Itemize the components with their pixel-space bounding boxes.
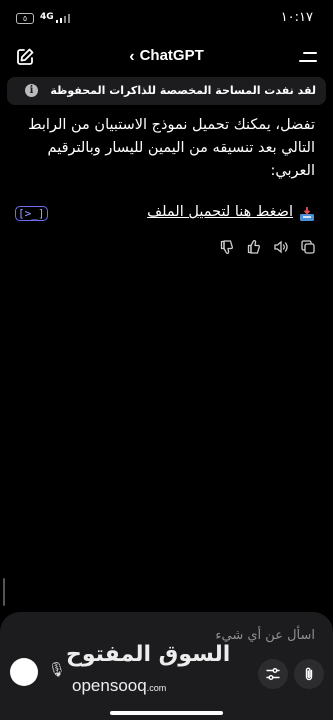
paperclip-icon [305, 667, 313, 681]
page-title: ChatGPT [139, 47, 204, 64]
banner-text: لقد نفدت المساحة المخصصة للذاكرات المحفو… [50, 84, 316, 97]
voice-mode-button[interactable] [10, 658, 38, 686]
sliders-icon [266, 668, 280, 680]
assistant-message: تفضل، يمكنك تحميل نموذج الاستبيان من الر… [28, 117, 315, 179]
copy-icon[interactable] [300, 239, 316, 255]
menu-icon [303, 52, 317, 54]
scroll-indicator[interactable] [3, 578, 5, 606]
menu-button[interactable] [299, 49, 317, 65]
model-switcher[interactable]: ‹ ChatGPT [0, 47, 333, 66]
battery-icon: ٥ [16, 13, 34, 24]
status-bar: ٥ 4G ١٠:١٧ [0, 0, 333, 38]
thumbs-up-icon[interactable] [246, 239, 262, 255]
signal-icon [56, 13, 72, 23]
info-icon: i [25, 84, 38, 97]
memory-full-banner[interactable]: i لقد نفدت المساحة المخصصة للذاكرات المح… [7, 77, 326, 105]
home-indicator[interactable] [110, 711, 223, 715]
thumbs-down-icon[interactable] [219, 239, 235, 255]
attach-button[interactable] [294, 659, 324, 689]
speaker-icon[interactable] [273, 239, 289, 255]
clock: ١٠:١٧ [280, 10, 313, 25]
tools-button[interactable] [258, 659, 288, 689]
download-file-link[interactable]: اضغط هنا لتحميل الملف [147, 204, 293, 220]
network-label: 4G [40, 12, 54, 22]
download-link-row: اضغط هنا لتحميل الملف [>_] [15, 204, 315, 226]
code-badge-icon[interactable]: [>_] [15, 206, 48, 221]
nav-bar: ‹ ChatGPT [0, 38, 333, 76]
mic-icon[interactable]: 🎙 [48, 662, 66, 678]
download-tray-icon [300, 207, 314, 221]
chevron-left-icon: ‹ [129, 48, 135, 65]
message-input[interactable]: اسأل عن أي شيء [215, 628, 315, 643]
composer: اسأل عن أي شيء 🎙 [0, 612, 333, 720]
message-actions [219, 239, 317, 257]
